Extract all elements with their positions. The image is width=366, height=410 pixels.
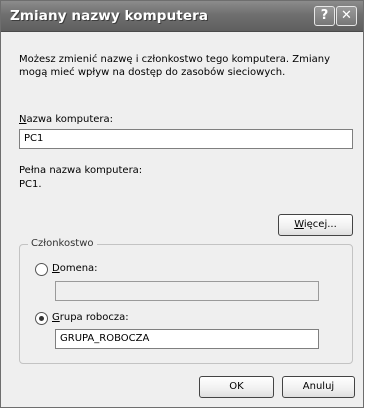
domain-label: Domena: (52, 263, 98, 274)
computer-name-label: Nazwa komputera: (19, 114, 113, 125)
cancel-button[interactable]: Anuluj (282, 376, 355, 398)
domain-input[interactable] (55, 281, 319, 301)
domain-label-hotkey: D (52, 263, 60, 274)
help-button[interactable]: ? (314, 6, 335, 26)
workgroup-label-hotkey: G (52, 312, 60, 323)
window-title: Zmiany nazwy komputera (10, 8, 209, 24)
full-name-value: PC1. (19, 179, 42, 190)
domain-radio[interactable] (35, 263, 48, 276)
workgroup-label: Grupa robocza: (52, 312, 129, 323)
more-button-hotkey: W (294, 219, 304, 230)
membership-legend: Członkostwo (28, 238, 97, 249)
close-icon: ✕ (341, 8, 352, 23)
radio-selected-dot (39, 316, 44, 321)
dialog-window: Zmiany nazwy komputera ? ✕ Możesz zmieni… (0, 0, 364, 408)
computer-name-value: PC1 (24, 133, 44, 144)
workgroup-label-rest: rupa robocza: (59, 312, 129, 323)
computer-name-input[interactable]: PC1 (19, 129, 353, 149)
membership-group: Członkostwo Domena: Grupa robocza: GRUPA… (19, 238, 353, 364)
more-button-rest: ięcej... (303, 219, 337, 230)
workgroup-value: GRUPA_ROBOCZA (60, 333, 150, 344)
help-icon: ? (320, 8, 329, 23)
ok-button[interactable]: OK (199, 376, 274, 398)
more-button[interactable]: Więcej... (278, 214, 353, 236)
full-name-label: Pełna nazwa komputera: (19, 165, 143, 176)
workgroup-input[interactable]: GRUPA_ROBOCZA (55, 329, 319, 349)
domain-label-rest: omena: (59, 263, 98, 274)
title-bar[interactable]: Zmiany nazwy komputera ? ✕ (1, 1, 363, 32)
workgroup-radio[interactable] (35, 312, 48, 325)
description-text: Możesz zmienić nazwę i członkostwo tego … (19, 54, 331, 78)
computer-name-label-rest: azwa komputera: (26, 114, 114, 125)
close-button[interactable]: ✕ (336, 6, 357, 26)
